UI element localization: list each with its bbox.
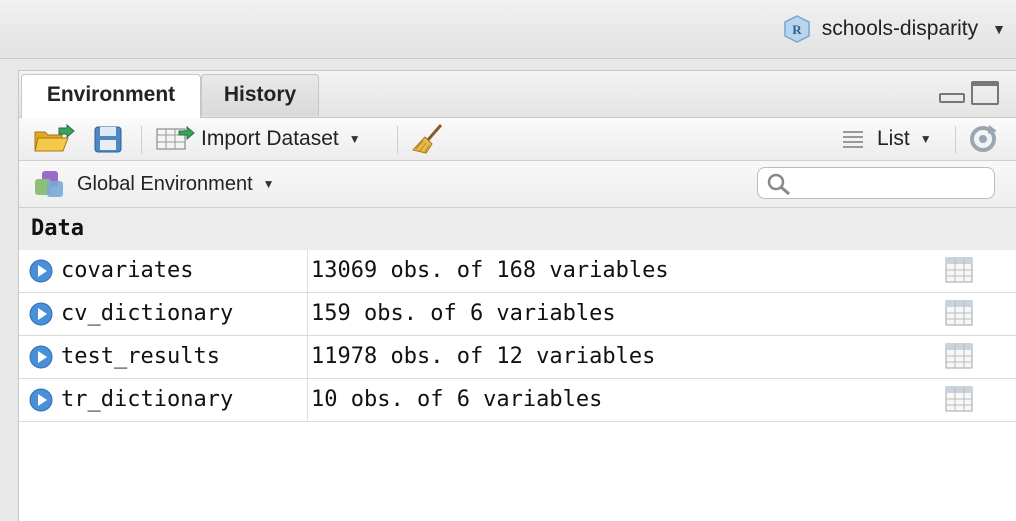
list-icon [843,131,863,148]
top-bar: R schools-disparity ▼ [0,0,1016,59]
toolbar-divider [955,126,956,154]
column-divider [307,336,308,378]
object-description: 159 obs. of 6 variables [311,301,616,326]
project-name: schools-disparity [821,17,979,40]
object-name: test_results [61,344,220,369]
environment-selector[interactable]: Global Environment ▼ [33,168,275,200]
view-table-icon[interactable] [945,257,973,283]
chevron-down-icon: ▼ [919,132,932,146]
svg-text:R: R [792,22,802,37]
refresh-icon [970,125,997,152]
environment-object-list: covariates 13069 obs. of 168 variables c… [19,250,1016,422]
clear-workspace-button[interactable] [411,123,445,155]
import-dataset-label: Import Dataset [201,127,339,150]
column-divider [307,293,308,335]
tab-history[interactable]: History [201,74,319,116]
tab-environment[interactable]: Environment [21,74,201,118]
refresh-button[interactable] [967,123,999,155]
maximize-pane-button[interactable] [971,81,999,105]
environment-selector-label: Global Environment [77,172,253,195]
chevron-down-icon: ▼ [348,132,361,146]
open-folder-icon [34,124,75,152]
view-table-icon[interactable] [945,300,973,326]
column-divider [307,379,308,421]
minimize-pane-button[interactable] [939,93,965,103]
object-name: tr_dictionary [61,387,234,412]
environment-bar: Global Environment ▼ [19,161,1016,208]
pane-window-controls [939,81,999,105]
view-table-icon[interactable] [945,343,973,369]
load-workspace-button[interactable] [33,123,75,155]
data-section-header: Data [19,208,1016,250]
view-mode-selector[interactable]: List ▼ [841,123,932,155]
table-row[interactable]: test_results 11978 obs. of 12 variables [19,336,1016,379]
table-row[interactable]: covariates 13069 obs. of 168 variables [19,250,1016,293]
expand-arrow-icon[interactable] [29,345,53,369]
table-row[interactable]: cv_dictionary 159 obs. of 6 variables [19,293,1016,336]
environment-cubes-icon [35,171,63,197]
tab-strip: Environment History [19,71,1016,118]
toolbar-divider [141,126,142,154]
view-mode-label: List [877,127,910,150]
environment-pane: Environment History Import Dataset ▼ Lis… [18,70,1016,521]
table-row[interactable]: tr_dictionary 10 obs. of 6 variables [19,379,1016,422]
environment-toolbar: Import Dataset ▼ List ▼ [19,118,1016,161]
expand-arrow-icon[interactable] [29,302,53,326]
object-description: 11978 obs. of 12 variables [311,344,656,369]
search-icon [767,173,790,196]
object-description: 13069 obs. of 168 variables [311,258,669,283]
expand-arrow-icon[interactable] [29,259,53,283]
import-dataset-button[interactable]: Import Dataset ▼ [155,123,361,155]
project-menu[interactable]: R schools-disparity ▼ [782,12,1006,46]
object-name: cv_dictionary [61,301,234,326]
save-icon [94,126,122,153]
broom-icon [412,124,443,154]
view-table-icon[interactable] [945,386,973,412]
column-divider [307,250,308,292]
import-table-icon [156,125,195,150]
section-title: Data [31,216,84,241]
save-workspace-button[interactable] [93,123,123,155]
expand-arrow-icon[interactable] [29,388,53,412]
chevron-down-icon: ▼ [262,177,275,191]
chevron-down-icon[interactable]: ▼ [992,21,1006,37]
object-name: covariates [61,258,194,283]
object-description: 10 obs. of 6 variables [311,387,603,412]
toolbar-divider [397,126,398,154]
r-project-icon: R [783,15,810,43]
environment-search-input[interactable] [757,167,995,199]
